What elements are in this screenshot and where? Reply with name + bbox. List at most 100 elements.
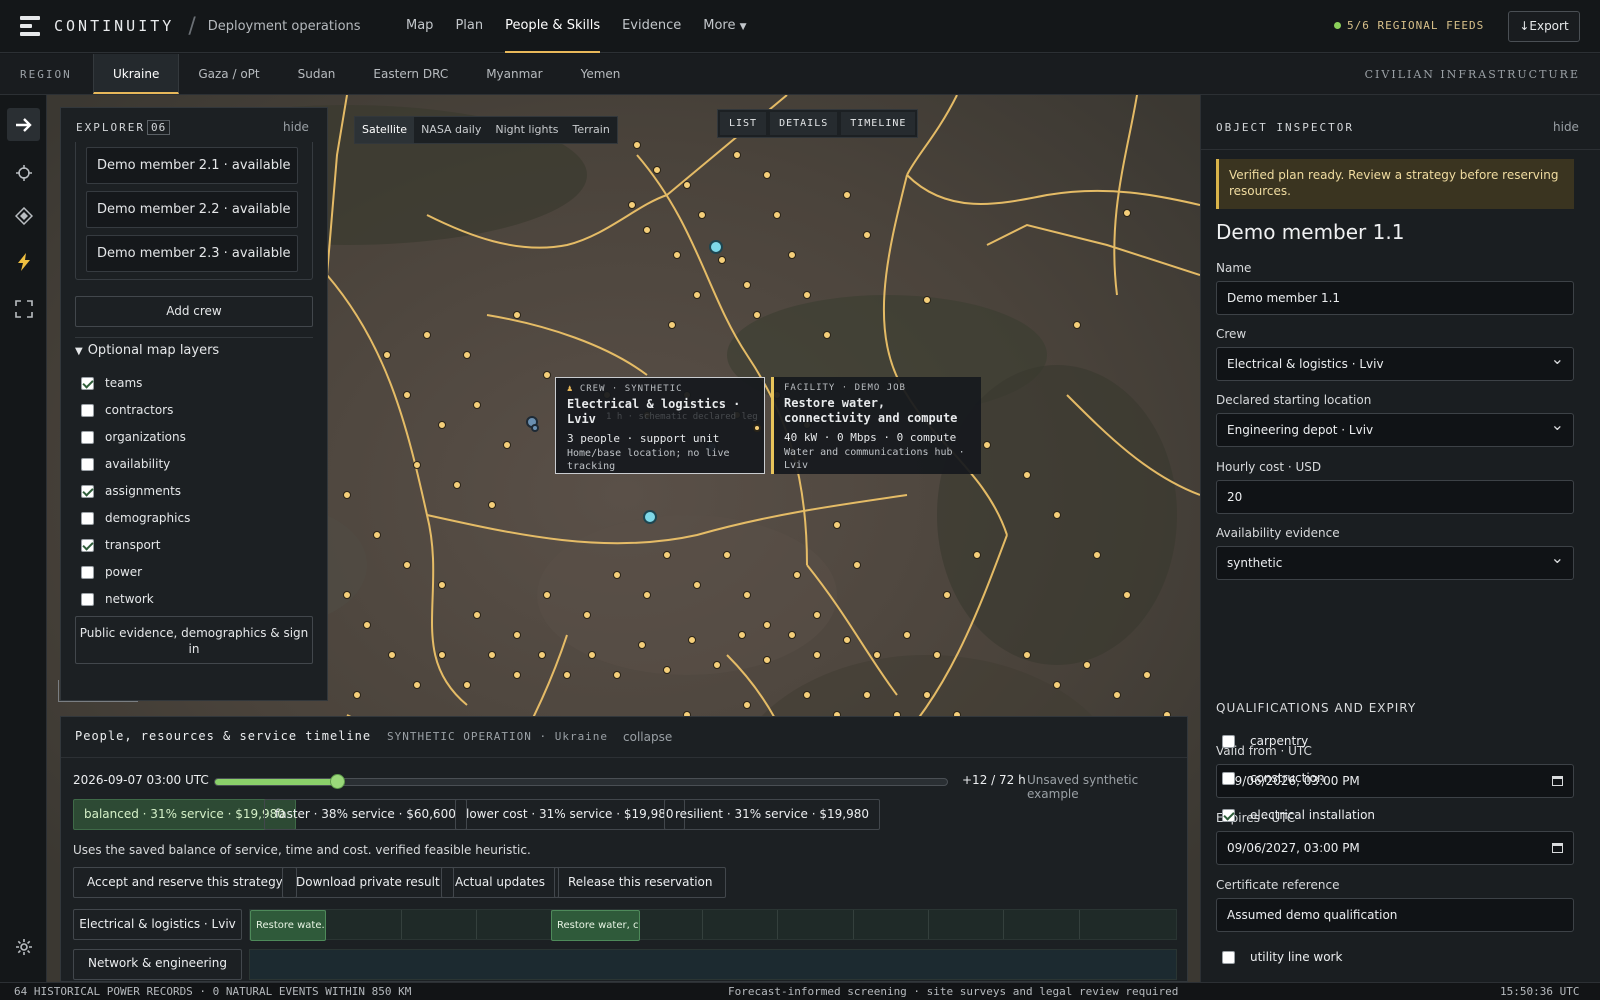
diamond-icon[interactable]	[7, 199, 40, 232]
layer-checkbox[interactable]	[81, 457, 94, 471]
app-subtitle: Deployment operations	[207, 18, 361, 34]
basemap-terrain-button[interactable]: Terrain	[566, 117, 617, 143]
location-select[interactable]: Engineering depot · Lviv	[1216, 409, 1574, 447]
timeline-job-block[interactable]: Restore wate...	[250, 910, 326, 941]
layer-checkbox[interactable]	[81, 511, 94, 525]
public-evidence-button[interactable]: Public evidence, demographics & sign in	[75, 616, 313, 664]
layer-availability[interactable]: availability	[81, 455, 170, 473]
crew-member-item[interactable]: Demo member 2.3 · available	[86, 235, 298, 272]
calendar-icon[interactable]	[1552, 843, 1563, 853]
view-details-button[interactable]: DETAILS	[770, 112, 838, 135]
layer-power[interactable]: power	[81, 563, 142, 581]
qualification-utility-line-work[interactable]: utility line work	[1222, 950, 1342, 964]
layer-label: network	[105, 592, 154, 606]
main-nav: Map Plan People & Skills Evidence More ▼	[406, 0, 747, 53]
layer-checkbox[interactable]	[81, 565, 94, 579]
expand-icon[interactable]	[7, 292, 40, 325]
region-tab-yemen[interactable]: Yemen	[562, 54, 640, 94]
nav-more[interactable]: More ▼	[703, 0, 746, 53]
certificate-input[interactable]: Assumed demo qualification	[1216, 898, 1574, 932]
layer-assignments[interactable]: assignments	[81, 482, 181, 500]
nav-map[interactable]: Map	[406, 0, 433, 53]
qualification-checkbox[interactable]	[1222, 771, 1235, 785]
strategy-balanced-button[interactable]: balanced · 31% service · $19,980	[73, 799, 296, 830]
download-result-button[interactable]: Download private result	[282, 867, 454, 898]
view-list-button[interactable]: LIST	[720, 112, 767, 135]
inspector-hide-link[interactable]: hide	[1553, 120, 1579, 134]
basemap-nasa-daily-button[interactable]: NASA daily	[414, 117, 488, 143]
nav-plan[interactable]: Plan	[455, 0, 483, 53]
strategy-resilient-button[interactable]: resilient · 31% service · $19,980	[664, 799, 880, 830]
explorer-resize-corner[interactable]	[58, 680, 138, 702]
regional-feeds-label: 5/6 REGIONAL FEEDS	[1347, 19, 1485, 32]
facility-popup-card[interactable]: FACILITY · DEMO JOB Restore water, conne…	[771, 377, 981, 474]
calendar-icon[interactable]	[1552, 776, 1563, 786]
crew-member-item[interactable]: Demo member 2.2 · available	[86, 191, 298, 228]
layer-network[interactable]: network	[81, 590, 154, 608]
crew-popup-card[interactable]: ♟ CREW · SYNTHETIC Electrical & logistic…	[555, 377, 765, 474]
basemap-night-lights-button[interactable]: Night lights	[488, 117, 565, 143]
qualification-carpentry[interactable]: carpentry	[1222, 734, 1308, 748]
qualification-label: electrical installation	[1250, 808, 1376, 822]
basemap-satellite-button[interactable]: Satellite	[355, 117, 415, 143]
nav-evidence[interactable]: Evidence	[622, 0, 681, 53]
region-tab-ukraine[interactable]: Ukraine	[93, 54, 180, 94]
timeline-crew-row[interactable]: Electrical & logistics · Lviv	[73, 909, 242, 940]
export-button[interactable]: ↓Export	[1508, 11, 1580, 42]
timeline-collapse-link[interactable]: collapse	[623, 730, 672, 744]
gear-icon[interactable]	[7, 930, 40, 963]
chevron-down-icon: ▼	[739, 22, 747, 32]
nav-people-skills[interactable]: People & Skills	[505, 0, 600, 53]
qualification-construction[interactable]: construction	[1222, 771, 1325, 785]
availability-evidence-select[interactable]: synthetic	[1216, 542, 1574, 580]
layer-checkbox[interactable]	[81, 403, 94, 417]
crew-label: Crew	[1216, 327, 1247, 341]
triangle-down-icon: ▼	[75, 346, 83, 357]
layer-checkbox[interactable]	[81, 592, 94, 606]
qualification-electrical-installation[interactable]: electrical installation	[1222, 808, 1375, 822]
strategy-faster-button[interactable]: faster · 38% service · $60,600	[264, 799, 467, 830]
strategy-lower-cost-button[interactable]: lower cost · 31% service · $19,980	[455, 799, 685, 830]
qualification-checkbox[interactable]	[1222, 808, 1235, 822]
explorer-hide-link[interactable]: hide	[283, 120, 309, 134]
crosshair-icon[interactable]	[7, 156, 40, 189]
facility-card-connector	[753, 424, 761, 432]
object-inspector-panel: OBJECT INSPECTOR hide Verified plan read…	[1200, 95, 1600, 982]
timeline-job-block[interactable]: Restore water, c...	[551, 910, 640, 941]
timeline-crew-row[interactable]: Network & engineering	[73, 949, 242, 980]
name-input[interactable]: Demo member 1.1	[1216, 281, 1574, 315]
actual-updates-button[interactable]: Actual updates	[441, 867, 559, 898]
add-crew-button[interactable]: Add crew	[75, 296, 313, 327]
crew-select[interactable]: Electrical & logistics · Lviv	[1216, 343, 1574, 381]
qualification-checkbox[interactable]	[1222, 734, 1235, 748]
layer-label: transport	[105, 538, 161, 552]
layer-transport[interactable]: transport	[81, 536, 160, 554]
layer-teams[interactable]: teams	[81, 374, 142, 392]
region-tab-myanmar[interactable]: Myanmar	[467, 54, 561, 94]
layer-checkbox[interactable]	[81, 376, 94, 390]
layer-organizations[interactable]: organizations	[81, 428, 186, 446]
region-tab-eastern-drc[interactable]: Eastern DRC	[354, 54, 467, 94]
region-tab-gaza[interactable]: Gaza / oPt	[179, 54, 278, 94]
layer-demographics[interactable]: demographics	[81, 509, 190, 527]
timeline-slider-handle[interactable]	[330, 774, 345, 789]
qualification-checkbox[interactable]	[1222, 950, 1235, 964]
accept-reserve-button[interactable]: Accept and reserve this strategy	[73, 867, 297, 898]
hourly-cost-input[interactable]: 20	[1216, 480, 1574, 514]
layer-checkbox[interactable]	[81, 484, 94, 498]
release-reservation-button[interactable]: Release this reservation	[554, 867, 727, 898]
region-tabs: Ukraine Gaza / oPt Sudan Eastern DRC Mya…	[93, 54, 639, 94]
layer-contractors[interactable]: contractors	[81, 401, 173, 419]
expires-input[interactable]: 09/06/2027, 03:00 PM	[1216, 831, 1574, 865]
layer-checkbox[interactable]	[81, 538, 94, 552]
optional-layers-toggle[interactable]: ▼ Optional map layers	[75, 343, 219, 358]
view-timeline-button[interactable]: TIMELINE	[841, 112, 916, 135]
timeline-slider[interactable]	[214, 774, 948, 789]
layer-label: demographics	[105, 511, 191, 525]
region-tab-sudan[interactable]: Sudan	[279, 54, 355, 94]
crew-member-item[interactable]: Demo member 2.1 · available	[86, 147, 298, 184]
bolt-icon[interactable]	[7, 245, 40, 278]
arrow-right-icon[interactable]	[7, 108, 40, 141]
crew-card-line: 3 people · support unit	[567, 432, 720, 445]
layer-checkbox[interactable]	[81, 430, 94, 444]
